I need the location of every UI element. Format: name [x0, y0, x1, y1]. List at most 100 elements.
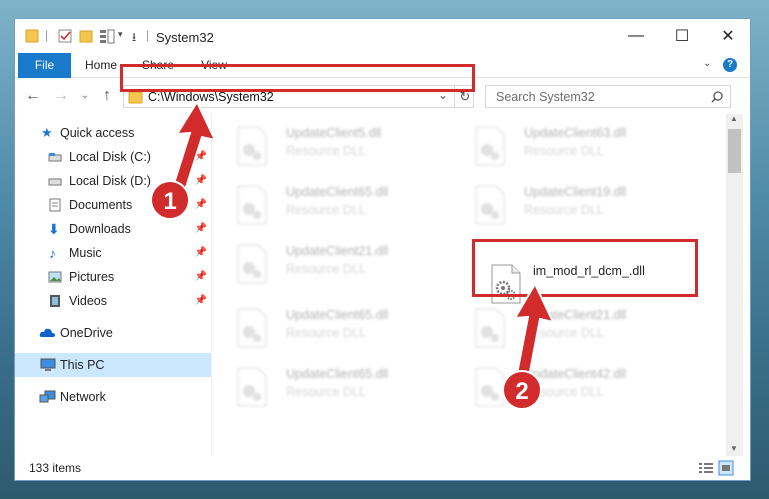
file-item[interactable]: UpdateClient65.dll Resource DLL [236, 363, 456, 417]
sidebar-item-this-pc[interactable]: This PC [15, 353, 211, 377]
pin-icon[interactable]: 📌 [195, 289, 207, 313]
sidebar-item-label: Pictures [69, 270, 115, 284]
vertical-scrollbar[interactable]: ▲ ▼ [726, 114, 743, 456]
sidebar-item-label: Local Disk (C:) [69, 150, 151, 164]
sidebar-item-label: Music [69, 246, 102, 260]
music-icon: ♪ [49, 245, 56, 261]
file-description: Resource DLL [286, 385, 366, 399]
sidebar-item-label: Videos [69, 294, 107, 308]
item-count: 133 items [29, 461, 82, 475]
file-name: UpdateClient42.dll [524, 367, 627, 381]
search-icon[interactable] [711, 91, 723, 103]
file-name: UpdateClient19.dll [524, 185, 627, 199]
file-name: UpdateClient21.dll [524, 308, 627, 322]
expand-ribbon-icon[interactable]: ⌄ [703, 58, 711, 69]
navigation-pane: ★ Quick access Local Disk (C:) 📌 Local D… [15, 114, 211, 456]
file-item[interactable]: UpdateClient21.dll Resource DLL [236, 240, 456, 294]
sidebar-item-quick-access[interactable]: ★ Quick access [15, 121, 211, 145]
sidebar-item-pictures[interactable]: Pictures 📌 [15, 265, 211, 289]
sidebar-item-label: Quick access [60, 126, 135, 140]
details-view-icon[interactable] [698, 461, 714, 475]
pin-icon[interactable]: 📌 [195, 241, 207, 265]
file-description: Resource DLL [524, 203, 604, 217]
pin-icon[interactable]: 📌 [195, 169, 207, 193]
new-folder-icon[interactable] [79, 28, 93, 44]
close-button[interactable]: ✕ [705, 19, 750, 53]
file-item[interactable]: UpdateClient19.dll Resource DLL [474, 181, 694, 235]
sidebar-item-onedrive[interactable]: OneDrive [15, 321, 211, 345]
maximize-button[interactable]: ☐ [659, 19, 705, 53]
title-bar: | ▾ ⭳ | System32 — ☐ ✕ [15, 19, 750, 53]
drive-icon [48, 153, 62, 162]
pin-icon[interactable]: 📌 [195, 217, 207, 241]
status-bar: 133 items [15, 456, 750, 480]
folder-icon [25, 29, 39, 43]
download-icon: ⬇ [48, 221, 60, 237]
file-name: UpdateClient63.dll [524, 126, 627, 140]
computer-icon [40, 358, 56, 371]
dll-file-icon [475, 185, 505, 225]
sidebar-item-label: Downloads [69, 222, 131, 236]
back-icon[interactable]: ← [23, 86, 43, 106]
documents-icon [49, 198, 61, 212]
large-icons-view-icon[interactable] [718, 460, 734, 476]
quick-access-dropdown-icon[interactable]: ▾ [118, 29, 123, 40]
drive-icon [48, 178, 62, 186]
pin-icon[interactable]: 📌 [195, 145, 207, 169]
search-input[interactable]: Search System32 [485, 85, 731, 108]
pin-icon[interactable]: 📌 [195, 265, 207, 289]
file-name: UpdateClient5.dll [286, 126, 382, 140]
file-item[interactable]: UpdateClient65.dll Resource DLL [236, 304, 456, 358]
sidebar-item-network[interactable]: Network [15, 385, 211, 409]
file-item[interactable]: UpdateClient21.dll Resource DLL [474, 304, 694, 358]
step-2-badge: 2 [502, 370, 542, 410]
file-description: Resource DLL [286, 144, 366, 158]
file-item[interactable]: UpdateClient63.dll Resource DLL [474, 122, 694, 176]
file-description: Resource DLL [286, 326, 366, 340]
scroll-up-icon[interactable]: ▲ [730, 114, 738, 123]
sidebar-item-local-disk-c[interactable]: Local Disk (C:) 📌 [15, 145, 211, 169]
step-1-badge: 1 [150, 180, 190, 220]
up-icon[interactable]: ↑ [97, 86, 117, 106]
dll-file-icon [237, 308, 267, 348]
file-item[interactable]: UpdateClient65.dll Resource DLL [236, 181, 456, 235]
file-description: Resource DLL [524, 144, 604, 158]
star-icon: ★ [41, 125, 53, 140]
sidebar-item-label: Documents [69, 198, 133, 212]
address-path: C:\Windows\System32 [148, 90, 274, 104]
scrollbar-thumb[interactable] [728, 129, 741, 173]
view-options-icon[interactable] [99, 28, 117, 44]
forward-icon[interactable]: → [51, 86, 71, 106]
dll-file-icon [475, 126, 505, 166]
pictures-icon [48, 271, 62, 283]
address-bar-highlight [120, 64, 475, 92]
folder-icon [128, 91, 143, 104]
file-description: Resource DLL [286, 262, 366, 276]
minimize-button[interactable]: — [613, 19, 659, 53]
sidebar-item-label: Local Disk (D:) [69, 174, 151, 188]
file-description: Resource DLL [524, 326, 604, 340]
sidebar-item-music[interactable]: ♪ Music 📌 [15, 241, 211, 265]
search-placeholder: Search System32 [496, 90, 595, 104]
sidebar-item-label: Network [60, 390, 106, 404]
dll-file-icon [237, 126, 267, 166]
dll-file-icon [237, 367, 267, 407]
sidebar-item-videos[interactable]: Videos 📌 [15, 289, 211, 313]
recent-locations-icon[interactable]: ⌄ [75, 86, 95, 106]
sidebar-item-downloads[interactable]: ⬇ Downloads 📌 [15, 217, 211, 241]
properties-icon[interactable] [57, 28, 73, 44]
window-title: System32 [156, 30, 214, 45]
cloud-icon [39, 328, 55, 337]
help-icon[interactable]: ? [723, 58, 737, 72]
pin-icon[interactable]: 📌 [195, 193, 207, 217]
file-highlight [472, 239, 698, 297]
sidebar-item-label: OneDrive [60, 326, 113, 340]
dll-file-icon [237, 185, 267, 225]
file-name: UpdateClient21.dll [286, 244, 389, 258]
file-item[interactable]: UpdateClient5.dll Resource DLL [236, 122, 456, 176]
dll-file-icon [475, 308, 505, 348]
separator: | [146, 28, 150, 42]
customize-toolbar-icon[interactable]: ⭳ [132, 28, 136, 49]
videos-icon [50, 295, 60, 307]
scroll-down-icon[interactable]: ▼ [730, 444, 738, 453]
